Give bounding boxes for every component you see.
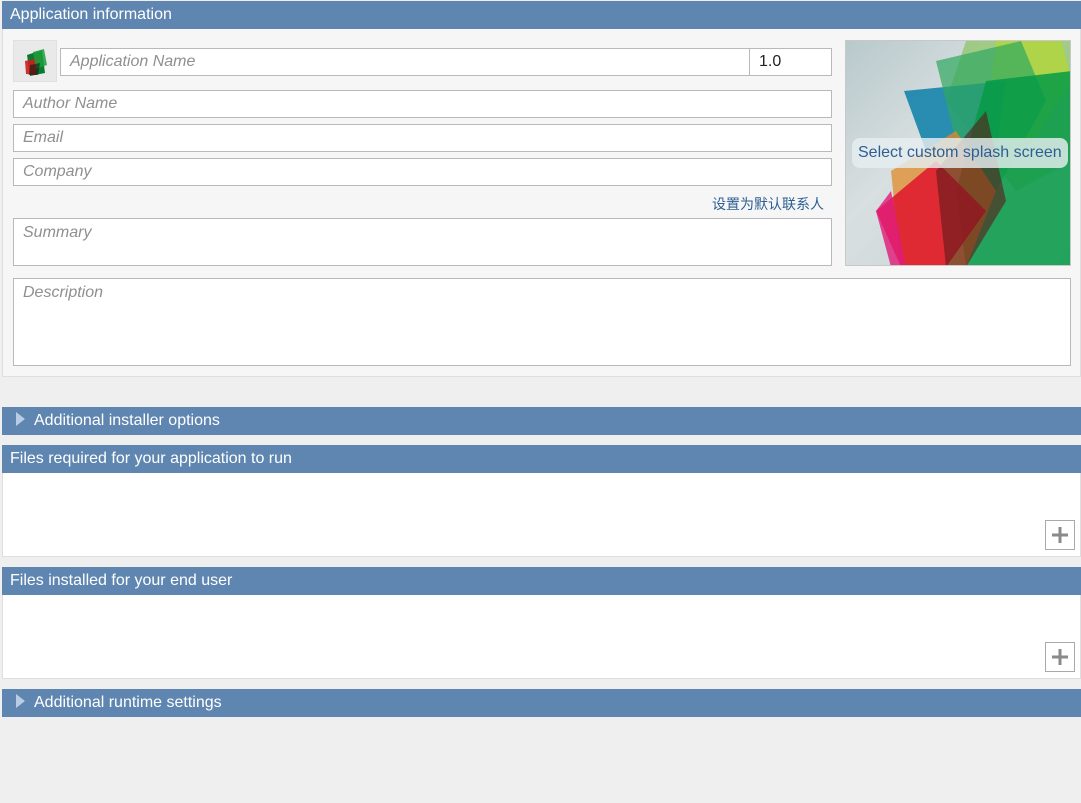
app-info-title: Application information: [10, 6, 172, 23]
add-installed-file-button[interactable]: [1045, 642, 1075, 672]
company-input[interactable]: Company: [13, 158, 832, 186]
triangle-right-icon: [16, 412, 25, 426]
triangle-right-icon: [16, 694, 25, 708]
add-required-file-button[interactable]: [1045, 520, 1075, 550]
files-required-title: Files required for your application to r…: [10, 450, 292, 467]
select-splash-label: Select custom splash screen: [852, 138, 1068, 168]
files-installed-panel: [2, 595, 1081, 679]
app-info-header: Application information: [2, 1, 1081, 29]
email-input[interactable]: Email: [13, 124, 832, 152]
version-input[interactable]: 1.0: [749, 48, 832, 76]
description-textarea[interactable]: Description: [13, 278, 1071, 366]
files-installed-title: Files installed for your end user: [10, 572, 233, 589]
files-installed-header: Files installed for your end user: [2, 567, 1081, 595]
application-name-input[interactable]: Application Name: [60, 48, 750, 76]
files-required-panel: [2, 473, 1081, 557]
installer-options-header[interactable]: Additional installer options: [2, 407, 1081, 435]
files-required-header: Files required for your application to r…: [2, 445, 1081, 473]
splash-screen-selector[interactable]: Select custom splash screen: [845, 40, 1071, 266]
set-default-contact-link[interactable]: 设置为默认联系人: [712, 194, 824, 214]
plus-icon: [1052, 649, 1068, 665]
author-name-input[interactable]: Author Name: [13, 90, 832, 118]
plus-icon: [1052, 527, 1068, 543]
runtime-settings-header[interactable]: Additional runtime settings: [2, 689, 1081, 717]
runtime-settings-title: Additional runtime settings: [34, 694, 222, 711]
matlab-app-icon: [25, 49, 47, 76]
app-icon-button[interactable]: [13, 40, 57, 82]
installer-options-title: Additional installer options: [34, 412, 220, 429]
summary-textarea[interactable]: Summary: [13, 218, 832, 266]
